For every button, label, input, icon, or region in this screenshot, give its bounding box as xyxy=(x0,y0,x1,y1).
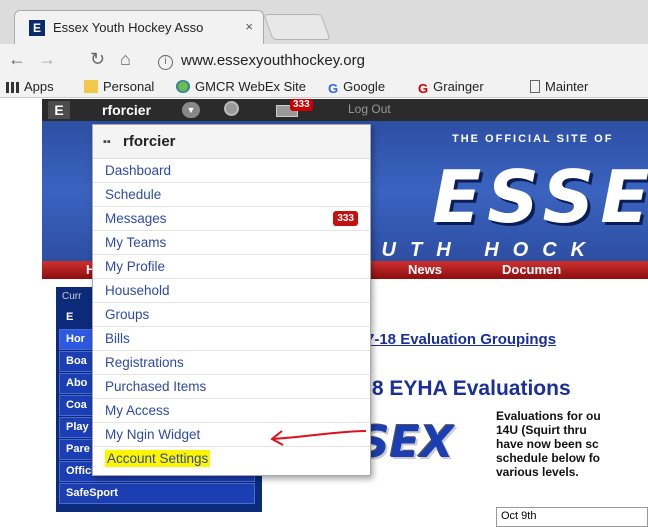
reload-icon[interactable]: ↻ xyxy=(90,50,105,68)
bookmark-label: GMCR WebEx Site xyxy=(195,79,307,94)
tab-close-icon[interactable]: × xyxy=(245,19,253,34)
menu-item-schedule[interactable]: Schedule xyxy=(93,183,370,207)
bookmark-label: Personal xyxy=(103,79,155,94)
menu-item-messages[interactable]: Messages 333 xyxy=(93,207,370,231)
folder-icon xyxy=(84,80,98,93)
bookmark-google[interactable]: G Google xyxy=(328,79,386,96)
forward-arrow-icon[interactable]: → xyxy=(38,50,56,68)
banner-tagline: THE OFFICIAL SITE OF xyxy=(452,133,614,145)
url-text: www.essexyouthhockey.org xyxy=(181,52,365,69)
bookmark-apps[interactable]: Apps xyxy=(6,79,54,94)
site-favicon-icon: E xyxy=(29,20,45,36)
sidebar-item-safesport[interactable]: SafeSport xyxy=(59,483,255,504)
messages-count-badge: 333 xyxy=(333,211,358,226)
banner-title: ESSE xyxy=(432,155,648,239)
bookmarks-bar: Apps Personal GMCR WebEx Site G Google GG… xyxy=(0,76,648,98)
bookmark-grainger[interactable]: G Grainger xyxy=(418,79,484,96)
browser-toolbar: ← → ↻ ⌂ i www.essexyouthhockey.org xyxy=(0,44,648,76)
bookmark-label: Google xyxy=(343,79,386,94)
mail-count-badge: 333 xyxy=(290,99,313,111)
menu-item-my-teams[interactable]: My Teams xyxy=(93,231,370,255)
site-logo[interactable]: E xyxy=(48,101,70,119)
bookmark-mainter[interactable]: Mainter xyxy=(530,79,588,94)
logout-link[interactable]: Log Out xyxy=(348,102,391,116)
menu-item-registrations[interactable]: Registrations xyxy=(93,351,370,375)
webex-icon xyxy=(176,80,190,93)
bookmark-label: Apps xyxy=(24,79,54,94)
bookmark-personal[interactable]: Personal xyxy=(84,79,154,94)
menu-item-my-profile[interactable]: My Profile xyxy=(93,255,370,279)
evaluations-description: Evaluations for ou 14U (Squirt thru have… xyxy=(496,409,601,479)
menu-item-bills[interactable]: Bills xyxy=(93,327,370,351)
info-icon[interactable]: i xyxy=(158,55,173,70)
bookmark-label: Grainger xyxy=(433,79,484,94)
essex-logo: SEX xyxy=(358,417,454,468)
google-icon: G xyxy=(328,81,339,96)
dropdown-header: ▪▪ rforcier xyxy=(93,125,370,159)
menu-item-household[interactable]: Household xyxy=(93,279,370,303)
browser-tab[interactable]: E Essex Youth Hockey Asso × xyxy=(14,10,264,44)
user-toolbar: E rforcier ▼ 333 Log Out xyxy=(42,99,648,121)
banner-subtitle: OUTH HOCK xyxy=(352,239,600,261)
tab-title: Essex Youth Hockey Asso xyxy=(53,20,204,35)
back-arrow-icon[interactable]: ← xyxy=(8,50,26,68)
menu-item-dashboard[interactable]: Dashboard xyxy=(93,159,370,183)
menu-item-groups[interactable]: Groups xyxy=(93,303,370,327)
menu-item-account-settings[interactable]: Account Settings xyxy=(93,447,370,471)
evaluation-groupings-link[interactable]: 7-18 Evaluation Groupings xyxy=(366,331,556,348)
menu-item-purchased-items[interactable]: Purchased Items xyxy=(93,375,370,399)
new-tab-button[interactable] xyxy=(263,14,331,40)
browser-tabstrip: E Essex Youth Hockey Asso × xyxy=(0,0,648,44)
chevron-down-icon[interactable]: ▼ xyxy=(182,102,200,118)
menu-item-label: Messages xyxy=(105,211,167,226)
evaluations-heading: .8 EYHA Evaluations xyxy=(366,377,571,400)
nav-documents[interactable]: Documen xyxy=(502,262,561,277)
grainger-icon: G xyxy=(418,81,429,96)
annotation-arrow-icon xyxy=(270,430,367,446)
home-icon[interactable]: ⌂ xyxy=(120,50,131,68)
user-dropdown-menu: ▪▪ rforcier Dashboard Schedule Messages … xyxy=(92,124,371,476)
username-menu[interactable]: rforcier xyxy=(102,102,151,118)
schedule-date-cell: Oct 9th xyxy=(496,507,648,527)
globe-icon[interactable] xyxy=(224,101,239,116)
dropdown-username: rforcier xyxy=(123,133,176,150)
menu-item-my-access[interactable]: My Access xyxy=(93,399,370,423)
nav-news[interactable]: News xyxy=(408,262,442,277)
bookmark-label: Mainter xyxy=(545,79,589,94)
page-icon xyxy=(530,80,540,93)
user-group-icon: ▪▪ xyxy=(103,136,111,148)
address-bar[interactable]: i www.essexyouthhockey.org xyxy=(158,49,648,73)
bookmark-gmcr-webex[interactable]: GMCR WebEx Site xyxy=(176,79,306,94)
account-settings-label: Account Settings xyxy=(105,450,211,467)
apps-grid-icon xyxy=(6,82,19,93)
